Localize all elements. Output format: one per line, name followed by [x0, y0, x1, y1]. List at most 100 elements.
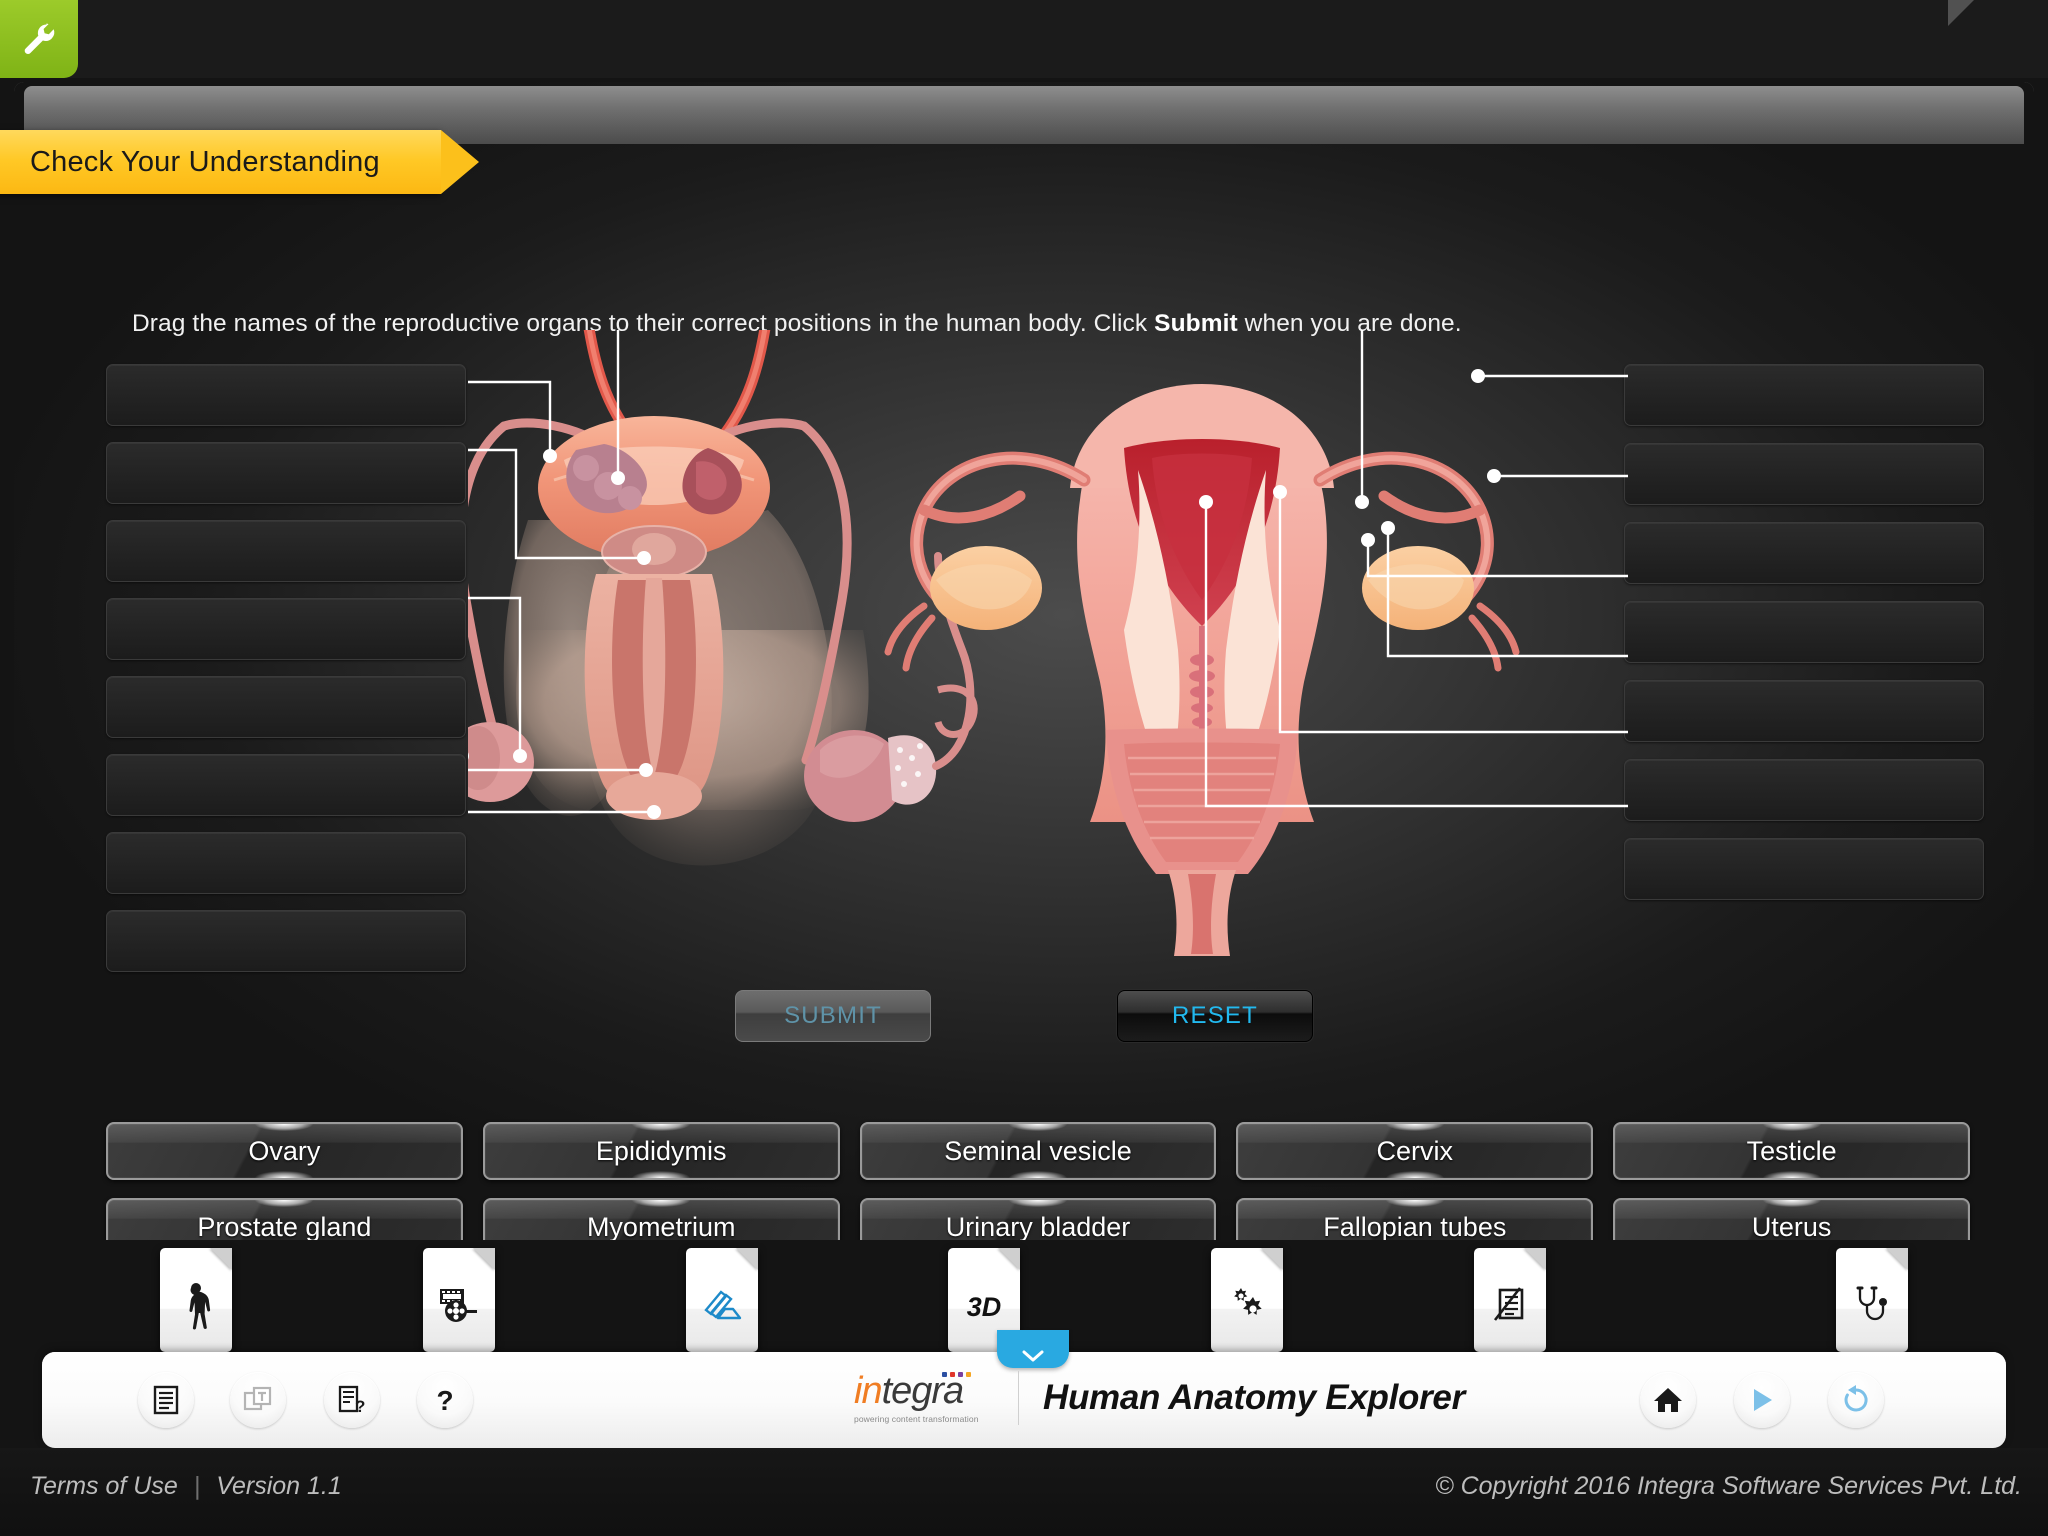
drop-zone-right-3[interactable]	[1624, 522, 1984, 584]
drop-zone-left-3[interactable]	[106, 520, 466, 582]
page-fold-corner	[210, 1248, 232, 1270]
logo-in: in	[854, 1370, 883, 1412]
stethoscope-icon	[1852, 1286, 1892, 1329]
page-fold-corner	[1261, 1248, 1283, 1270]
gears-icon	[1227, 1286, 1267, 1329]
drop-zone-right-2[interactable]	[1624, 443, 1984, 505]
tab-notes[interactable]	[1474, 1248, 1546, 1352]
footer-separator: |	[193, 1472, 201, 1500]
submit-button[interactable]: SUBMIT	[735, 990, 931, 1042]
action-button-row: SUBMIT RESET	[14, 990, 2034, 1042]
word-tile[interactable]: Prostate gland	[106, 1198, 463, 1240]
notepad-pencil-icon	[1492, 1286, 1528, 1329]
help-button[interactable]: ?	[417, 1372, 473, 1428]
drop-zone-left-4[interactable]	[106, 598, 466, 660]
submit-button-label: SUBMIT	[784, 1002, 882, 1029]
drop-zone-left-2[interactable]	[106, 442, 466, 504]
body-figure-icon	[177, 1280, 215, 1335]
content-panel: Drag the names of the reproductive organ…	[14, 82, 2034, 1240]
word-tile[interactable]: Myometrium	[482, 1198, 840, 1241]
footer-left-group: Terms of Use | Version 1.1	[30, 1472, 342, 1501]
section-title: Check Your Understanding	[30, 145, 380, 178]
tab-animations[interactable]	[423, 1248, 495, 1352]
quiz-document-icon: ?	[338, 1385, 365, 1415]
document-lines-icon	[153, 1385, 179, 1415]
reset-button[interactable]: RESET	[1117, 990, 1313, 1042]
logo-tagline: powering content transformation	[854, 1414, 979, 1424]
drop-zone-left-1[interactable]	[106, 364, 466, 426]
drop-zone-left-6[interactable]	[106, 754, 466, 816]
reset-button-label: RESET	[1171, 1002, 1258, 1029]
male-reproductive-figure	[468, 330, 978, 866]
tab-body-systems[interactable]	[160, 1248, 232, 1352]
quiz-button[interactable]: ?	[324, 1372, 380, 1428]
section-ribbon: Check Your Understanding	[0, 130, 586, 194]
integra-logo: integra powering content transformation	[854, 1370, 994, 1425]
drop-zone-left-5[interactable]	[106, 676, 466, 738]
drop-zone-right-4[interactable]	[1624, 601, 1984, 663]
drop-zone-left-7[interactable]	[106, 832, 466, 894]
brand-area: integra powering content transformation …	[854, 1370, 1465, 1425]
film-reel-icon	[439, 1287, 479, 1328]
page-fold-corner	[998, 1248, 1020, 1270]
word-tile-label: Ovary	[248, 1135, 321, 1166]
svg-text:?: ?	[355, 1397, 365, 1415]
text-overlay-icon	[243, 1386, 272, 1411]
copyright-label: © Copyright 2016 Integra Software Servic…	[1435, 1472, 2022, 1500]
terms-of-use-link[interactable]: Terms of Use	[30, 1472, 178, 1501]
page-fold-corner	[1886, 1248, 1908, 1270]
word-tile-label: Myometrium	[586, 1211, 736, 1241]
word-tile[interactable]: Ovary	[106, 1122, 463, 1180]
word-tile[interactable]: Epididymis	[482, 1122, 840, 1180]
replay-button[interactable]	[1828, 1372, 1884, 1428]
home-icon	[1654, 1388, 1682, 1412]
page-footer: Terms of Use | Version 1.1 © Copyright 2…	[0, 1448, 2048, 1536]
replay-icon	[1844, 1385, 1868, 1412]
word-tile-label: Cervix	[1376, 1135, 1454, 1166]
drop-zone-right-1[interactable]	[1624, 364, 1984, 426]
toolbar-collapse-button[interactable]	[997, 1330, 1069, 1368]
word-tile[interactable]: Uterus	[1613, 1198, 1970, 1240]
page-fold-corner	[1524, 1248, 1546, 1270]
help-question-icon: ?	[436, 1385, 453, 1415]
word-tile-label: Epididymis	[595, 1135, 727, 1166]
word-bank: Ovary Epididymis Seminal vesicle Cervix …	[28, 1122, 2034, 1240]
word-tile[interactable]: Seminal vesicle	[859, 1122, 1217, 1180]
word-tile[interactable]: Urinary bladder	[859, 1198, 1217, 1241]
word-tile[interactable]: Cervix	[1236, 1122, 1594, 1180]
word-tile[interactable]: Testicle	[1613, 1122, 1970, 1180]
word-tile-label: Prostate gland	[197, 1211, 372, 1241]
drop-zone-left-8[interactable]	[106, 910, 466, 972]
activity-work-area	[28, 330, 2034, 1054]
female-reproductive-figure	[884, 384, 1520, 956]
drop-zone-right-6[interactable]	[1624, 759, 1984, 821]
corner-triangle-decoration	[1948, 0, 1974, 26]
top-bar	[0, 0, 2048, 78]
transcript-button[interactable]	[138, 1372, 194, 1428]
chevron-down-icon	[1022, 1350, 1044, 1362]
bottom-toolbar: ? ? integra powering content transformat…	[42, 1330, 2006, 1448]
tab-draw-label[interactable]	[686, 1248, 758, 1352]
play-button[interactable]	[1734, 1372, 1790, 1428]
version-label: Version 1.1	[216, 1472, 342, 1500]
drop-zone-column-left	[106, 364, 466, 988]
word-tile-label: Urinary bladder	[945, 1211, 1131, 1241]
app-title: Human Anatomy Explorer	[1043, 1377, 1465, 1417]
word-tile-label: Uterus	[1751, 1211, 1832, 1241]
anatomy-diagram	[468, 330, 1628, 1040]
brand-divider	[1018, 1370, 1019, 1425]
text-overlay-button[interactable]	[230, 1372, 286, 1428]
page-fold-corner	[473, 1248, 495, 1270]
app-root: Drag the names of the reproductive organ…	[0, 0, 2048, 1536]
drop-zone-right-7[interactable]	[1624, 838, 1984, 900]
pen-draw-icon	[701, 1287, 743, 1328]
tab-processes[interactable]	[1211, 1248, 1283, 1352]
drop-zone-column-right	[1624, 364, 1984, 917]
tools-wrench-button[interactable]	[0, 0, 78, 78]
home-button[interactable]	[1640, 1372, 1696, 1428]
word-tile-label: Fallopian tubes	[1323, 1211, 1507, 1241]
word-tile[interactable]: Fallopian tubes	[1236, 1198, 1594, 1241]
tab-clinical[interactable]	[1836, 1248, 1908, 1352]
word-tile-label: Seminal vesicle	[944, 1135, 1132, 1166]
drop-zone-right-5[interactable]	[1624, 680, 1984, 742]
